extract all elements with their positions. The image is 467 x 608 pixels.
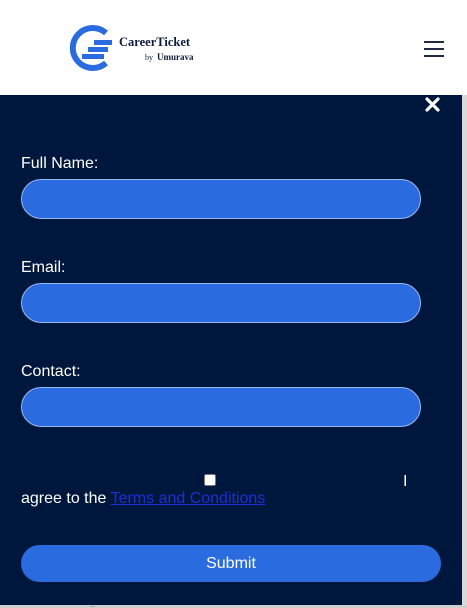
modal-edge-shadow	[462, 95, 467, 608]
brand-byline: by Umurava	[145, 52, 194, 62]
terms-checkbox[interactable]	[204, 474, 216, 486]
brand-by-word: by	[145, 53, 153, 62]
close-x-icon[interactable]	[424, 96, 441, 113]
careerticket-logo[interactable]: CareerTicket by Umurava	[68, 24, 208, 72]
contact-label: Contact:	[21, 363, 81, 380]
submit-button[interactable]: Submit	[21, 545, 441, 582]
underlying-page-text: ...	[90, 603, 96, 608]
agree-pronoun: I	[403, 473, 408, 490]
agree-statement: agree to the Terms and Conditions	[21, 490, 265, 508]
careerticket-logo-icon	[69, 25, 112, 71]
terms-and-conditions-link[interactable]: Terms and Conditions	[111, 490, 266, 507]
full-name-input[interactable]	[21, 179, 421, 219]
site-header: CareerTicket by Umurava	[0, 0, 467, 95]
brand-by-name: Umurava	[157, 52, 194, 62]
brand-name: CareerTicket	[119, 35, 191, 49]
contact-input[interactable]	[21, 387, 421, 427]
hamburger-menu-icon[interactable]	[424, 39, 444, 59]
email-input[interactable]	[21, 283, 421, 323]
full-name-label: Full Name:	[21, 155, 99, 172]
email-label: Email:	[21, 259, 66, 276]
agree-text: agree to the	[21, 490, 107, 507]
